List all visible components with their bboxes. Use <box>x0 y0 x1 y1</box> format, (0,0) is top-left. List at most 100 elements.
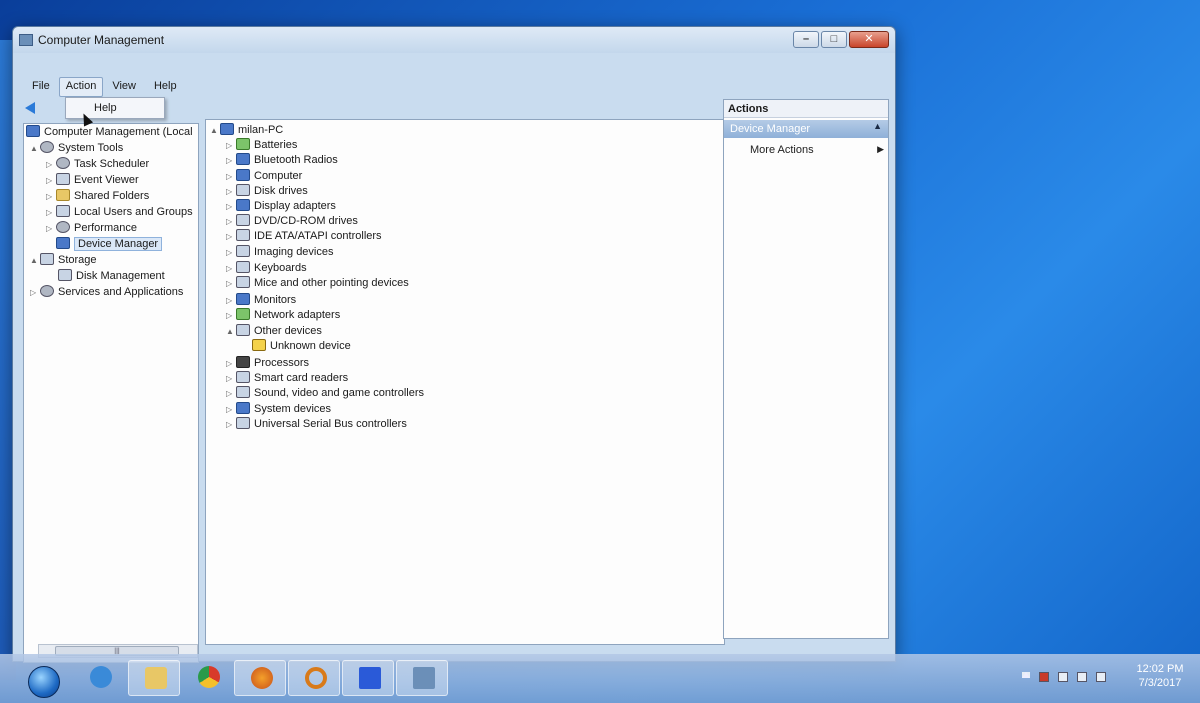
menu-file[interactable]: File <box>23 77 59 97</box>
collapse-up-icon[interactable]: ▲ <box>873 121 882 131</box>
speaker-icon <box>236 386 250 398</box>
battery-icon <box>236 138 250 150</box>
close-button[interactable]: ✕ <box>849 31 889 48</box>
other-devices-icon <box>236 324 250 336</box>
volume-icon[interactable] <box>1096 672 1106 682</box>
internet-explorer-icon <box>90 666 112 688</box>
dropdown-help-item[interactable]: Help <box>94 102 117 114</box>
expand-icon[interactable]: ▷ <box>226 276 236 292</box>
clock[interactable]: 12:02 PM 7/3/2017 <box>1130 662 1190 690</box>
device-category-other[interactable]: ▲ Other devices <box>226 323 322 339</box>
expand-icon[interactable]: ▷ <box>226 153 236 169</box>
device-category[interactable]: ▷ Disk drives <box>226 183 308 199</box>
submenu-arrow-icon: ▶ <box>877 144 884 154</box>
taskbar-explorer[interactable] <box>128 660 180 696</box>
expand-icon[interactable]: ▷ <box>46 157 56 173</box>
expand-icon[interactable]: ▷ <box>46 173 56 189</box>
expand-icon[interactable]: ▷ <box>226 308 236 324</box>
expand-icon[interactable]: ▷ <box>46 205 56 221</box>
device-category[interactable]: ▷ Computer <box>226 168 302 184</box>
window-title: Computer Management <box>38 33 165 47</box>
device-category[interactable]: ▷ System devices <box>226 401 331 417</box>
taskbar-chrome[interactable] <box>182 660 234 696</box>
tree-item-services-applications[interactable]: ▷ Services and Applications <box>30 284 183 300</box>
dvd-drive-icon <box>236 214 250 226</box>
tree-item-computer-management[interactable]: Computer Management (Local <box>26 124 193 140</box>
tree-item-system-tools[interactable]: ▲ System Tools <box>30 140 123 156</box>
more-actions-item[interactable]: More Actions ▶ <box>750 144 884 156</box>
device-category[interactable]: ▷ Smart card readers <box>226 370 348 386</box>
magnifier-icon <box>305 667 327 689</box>
device-category[interactable]: ▷ Sound, video and game controllers <box>226 385 424 401</box>
power-icon[interactable] <box>1058 672 1068 682</box>
back-button[interactable] <box>25 102 41 116</box>
minimize-button[interactable]: – <box>793 31 819 48</box>
network-signal-icon[interactable] <box>1077 672 1087 682</box>
device-category[interactable]: ▷ Mice and other pointing devices <box>226 275 409 291</box>
camera-icon <box>236 245 250 257</box>
expand-icon[interactable]: ▷ <box>46 189 56 205</box>
taskbar-search-app[interactable] <box>288 660 340 696</box>
device-category[interactable]: ▷ Monitors <box>226 292 296 308</box>
device-category[interactable]: ▷ IDE ATA/ATAPI controllers <box>226 228 382 244</box>
device-category[interactable]: ▷ Display adapters <box>226 198 336 214</box>
tree-item-local-users[interactable]: ▷ Local Users and Groups <box>46 204 193 220</box>
taskbar-firefox[interactable] <box>234 660 286 696</box>
collapse-icon[interactable]: ▲ <box>226 324 236 340</box>
tree-item-performance[interactable]: ▷ Performance <box>46 220 137 236</box>
tree-item-shared-folders[interactable]: ▷ Shared Folders <box>46 188 149 204</box>
taskbar-computer-management[interactable] <box>396 660 448 696</box>
expand-icon[interactable]: ▷ <box>226 386 236 402</box>
collapse-icon[interactable]: ▲ <box>30 253 40 269</box>
tree-item-event-viewer[interactable]: ▷ Event Viewer <box>46 172 139 188</box>
clock-icon <box>56 157 70 169</box>
computer-management-window: Computer Management – □ ✕ File Action Vi… <box>12 26 896 663</box>
device-category[interactable]: ▷ Processors <box>226 355 309 371</box>
clock-date: 7/3/2017 <box>1138 677 1182 689</box>
tree-item-disk-management[interactable]: Disk Management <box>58 268 165 284</box>
expand-icon[interactable]: ▷ <box>46 221 56 237</box>
computer-icon <box>26 125 40 137</box>
actions-header: Actions <box>724 100 888 118</box>
tree-item-device-manager[interactable]: Device Manager <box>56 236 163 252</box>
taskbar-app-blue[interactable] <box>342 660 394 696</box>
title-bar[interactable]: Computer Management – □ ✕ <box>13 27 895 53</box>
expand-icon[interactable]: ▷ <box>226 245 236 261</box>
computer-management-icon <box>19 34 33 46</box>
menu-help[interactable]: Help <box>145 77 186 97</box>
device-category[interactable]: ▷ Keyboards <box>226 260 307 276</box>
device-category[interactable]: ▷ DVD/CD-ROM drives <box>226 213 358 229</box>
device-category[interactable]: ▷ Batteries <box>226 137 297 153</box>
expand-icon[interactable]: ▷ <box>226 417 236 433</box>
collapse-icon[interactable]: ▲ <box>30 141 40 157</box>
minimize-icon: – <box>802 33 810 45</box>
device-category[interactable]: ▷ Imaging devices <box>226 244 334 260</box>
event-viewer-icon <box>56 173 70 185</box>
device-unknown[interactable]: Unknown device <box>252 338 351 354</box>
device-tree-root[interactable]: ▲ milan-PC <box>210 122 283 138</box>
device-tree-pane: ▲ milan-PC ▷ Batteries ▷ Bluetooth Radios ▷… <box>205 119 725 645</box>
menu-view[interactable]: View <box>103 77 145 97</box>
device-category[interactable]: ▷ Bluetooth Radios <box>226 152 338 168</box>
monitor-icon <box>236 293 250 305</box>
collapse-icon[interactable]: ▲ <box>210 123 220 139</box>
device-category[interactable]: ▷ Universal Serial Bus controllers <box>226 416 407 432</box>
menu-action[interactable]: Action <box>58 77 104 97</box>
clock-time: 12:02 PM <box>1136 663 1184 675</box>
action-center-flag-icon[interactable] <box>1039 672 1049 682</box>
computer-management-icon <box>413 667 435 689</box>
device-category[interactable]: ▷ Network adapters <box>226 307 340 323</box>
expand-icon[interactable]: ▷ <box>30 285 40 301</box>
start-button[interactable] <box>28 666 60 698</box>
back-arrow-icon <box>25 102 35 114</box>
tree-item-task-scheduler[interactable]: ▷ Task Scheduler <box>46 156 149 172</box>
actions-group-device-manager[interactable]: Device Manager ▲ <box>724 120 888 138</box>
maximize-icon: □ <box>830 33 838 45</box>
maximize-button[interactable]: □ <box>821 31 847 48</box>
expand-icon[interactable]: ▷ <box>226 229 236 245</box>
system-devices-icon <box>236 402 250 414</box>
show-hidden-icons-icon[interactable] <box>1022 672 1030 678</box>
tree-item-storage[interactable]: ▲ Storage <box>30 252 97 268</box>
taskbar-internet-explorer[interactable] <box>74 660 126 696</box>
usb-icon <box>236 417 250 429</box>
